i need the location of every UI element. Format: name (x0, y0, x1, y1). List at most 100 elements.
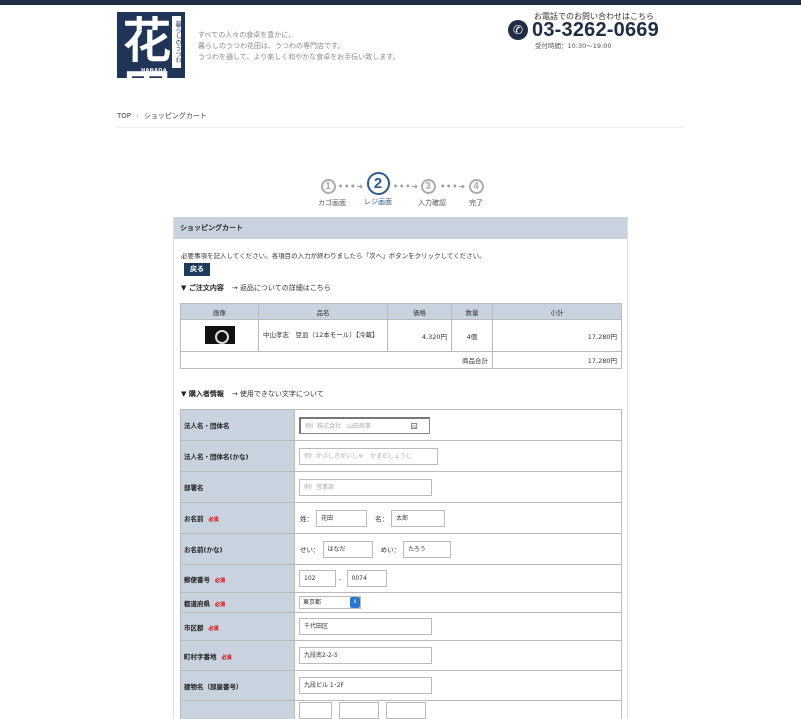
form-row: 部署名 例）営業部 (180, 471, 622, 503)
form-cell (294, 700, 622, 719)
last-name-input[interactable]: 花田 (316, 509, 367, 527)
col-image: 画像 (180, 303, 259, 320)
breadcrumb-top[interactable]: TOP (117, 112, 131, 120)
total-value: 17,280円 (492, 351, 622, 369)
table-header-row: 画像 品名 価格 数量 小計 (180, 303, 622, 320)
tel-number[interactable]: 03-3262-0669 (532, 19, 659, 42)
form-row: 建物名（部屋番号） 九段ビル 1･2F (180, 670, 622, 701)
building-label: 建物名（部屋番号） (180, 670, 295, 701)
prefecture-select[interactable]: 東京都 ⇕ (299, 596, 361, 609)
phone-icon: ✆ (508, 20, 528, 40)
step-label: 入力確認 (418, 199, 446, 207)
step-number: 3 (420, 179, 436, 194)
form-cell: 九段南2-2-5 (294, 640, 622, 671)
tagline-line: うつわを通して、より楽しく和やかな食卓をお手伝い致します。 (198, 53, 400, 61)
product-subtotal: 17,280円 (492, 319, 622, 352)
checkout-steps: 1 カゴ画面 •••➜ 2 レジ画面 •••➜ 3 入力確認 •••➜ 4 完了 (318, 172, 488, 208)
business-hours: 受付時間：10:30〜19:00 (535, 42, 612, 50)
step-number: 1 (320, 179, 336, 194)
city-label-cell: 市区郡 必須 (180, 612, 295, 641)
name-kana-label: お名前(かな) (180, 533, 295, 565)
first-name-kana-input[interactable]: たろう (403, 540, 452, 558)
mei-kana-label: めい： (380, 546, 401, 554)
step-register: 2 レジ画面 (363, 172, 393, 207)
product-name: 中山孝志 豆皿（12本モール）【冷蔵】 (258, 319, 388, 352)
order-table: 画像 品名 価格 数量 小計 中山孝志 豆皿（12本モール）【冷蔵】 4,320… (180, 303, 622, 369)
required-badge: 必須 (215, 577, 226, 584)
building-input[interactable]: 九段ビル 1･2F (299, 677, 432, 694)
town-input[interactable]: 九段南2-2-5 (299, 647, 432, 664)
table-row: 中山孝志 豆皿（12本モール）【冷蔵】 4,320円 4個 17,280円 (180, 319, 622, 352)
name-label: お名前 (184, 515, 204, 523)
name-label-cell: お名前 必須 (180, 502, 295, 534)
corp-kana-label: 法人名・団体名(かな) (180, 440, 295, 472)
divider (117, 127, 684, 128)
total-spacer (180, 351, 452, 369)
phone-part-input[interactable] (339, 702, 380, 719)
site-logo[interactable]: 花 田 暮らしのうつわ HANADA (117, 12, 185, 119)
buyer-title: ▼ 購入者情報 (181, 390, 224, 398)
invalid-chars-link[interactable]: → 使用できない文字について (232, 390, 324, 398)
required-badge: 必須 (208, 517, 219, 523)
first-name-input[interactable]: 太郎 (391, 509, 446, 527)
form-cell: 例）株式会社 山田商事 ⌨ (294, 409, 622, 441)
returns-link[interactable]: → 返品についての詳細はこちら (232, 284, 331, 292)
corp-kana-input[interactable]: 例）かぶしきがいしゃ やまだしょうじ (299, 447, 438, 465)
col-price: 価格 (387, 303, 452, 320)
cart-panel: ショッピングカート 必要事項を記入してください。各項目の入力が終わりましたら「次… (173, 217, 628, 719)
product-price: 4,320円 (387, 319, 452, 352)
step-arrow: •••➜ (338, 182, 365, 191)
form-cell: 例）営業部 (294, 471, 622, 503)
zip-dash: - (339, 574, 342, 583)
pref-label-cell: 都道府県 必須 (180, 592, 295, 613)
city-label: 市区郡 (184, 623, 204, 632)
buyer-section-title: ▼ 購入者情報 → 使用できない文字について (181, 389, 324, 399)
corp-name-placeholder: 例）株式会社 山田商事 (305, 422, 372, 430)
step-cart: 1 カゴ画面 (318, 179, 346, 208)
form-row: 法人名・団体名 例）株式会社 山田商事 ⌨ (180, 409, 622, 441)
col-subtotal: 小計 (492, 303, 622, 320)
town-label-cell: 町村字番地 必須 (180, 640, 295, 671)
form-cell: 姓： 花田 名： 太郎 (294, 502, 622, 534)
product-thumbnail[interactable] (204, 325, 235, 344)
order-title: ▼ ご注文内容 (181, 284, 224, 292)
last-name-kana-input[interactable]: はなだ (322, 540, 373, 558)
form-row: 都道府県 必須 東京都 ⇕ (180, 592, 622, 613)
breadcrumb: TOP › ショッピングカート (117, 111, 207, 121)
tagline-line: 暮らしのうつわ花田は、うつわの専門店です。 (198, 42, 345, 50)
step-label: 完了 (469, 199, 483, 207)
breadcrumb-separator: › (136, 112, 139, 120)
select-arrow-icon: ⇕ (350, 597, 360, 608)
phone-part-input[interactable] (299, 702, 332, 719)
form-row: 市区郡 必須 千代田区 (180, 612, 622, 641)
form-row (180, 700, 622, 719)
city-input[interactable]: 千代田区 (299, 618, 432, 635)
instruction-text: 必要事項を記入してください。各項目の入力が終わりましたら「次へ」ボタンをクリック… (181, 252, 486, 260)
next-row-label (180, 700, 295, 719)
step-arrow: •••➜ (393, 182, 420, 191)
product-qty: 4個 (451, 319, 493, 352)
total-label: 商品合計 (451, 351, 493, 369)
logo-en: HANADA (141, 68, 167, 74)
step-confirm: 3 入力確認 (418, 179, 446, 208)
form-row: 町村字番地 必須 九段南2-2-5 (180, 640, 622, 671)
form-cell: 千代田区 (294, 612, 622, 641)
step-label: レジ画面 (364, 198, 392, 206)
zip-first-input[interactable]: 102 (299, 570, 336, 587)
col-qty: 数量 (451, 303, 493, 320)
dept-input[interactable]: 例）営業部 (299, 478, 432, 496)
order-section-title: ▼ ご注文内容 → 返品についての詳細はこちら (181, 283, 331, 293)
form-row: 法人名・団体名(かな) 例）かぶしきがいしゃ やまだしょうじ (180, 440, 622, 472)
form-row: お名前 必須 姓： 花田 名： 太郎 (180, 502, 622, 534)
zip-second-input[interactable]: 0074 (346, 570, 387, 587)
back-button[interactable]: 戻る (184, 263, 210, 276)
step-complete: 4 完了 (466, 179, 486, 208)
prefecture-value: 東京都 (303, 599, 322, 606)
sei-kana-label: せい： (300, 546, 320, 554)
form-row: 郵便番号 必須 102 - 0074 (180, 564, 622, 593)
corp-name-input[interactable]: 例）株式会社 山田商事 ⌨ (299, 416, 430, 434)
phone-part-input[interactable] (386, 702, 427, 719)
pref-label: 都道府県 (184, 599, 210, 608)
sei-label: 姓： (300, 515, 313, 523)
required-badge: 必須 (221, 654, 232, 661)
